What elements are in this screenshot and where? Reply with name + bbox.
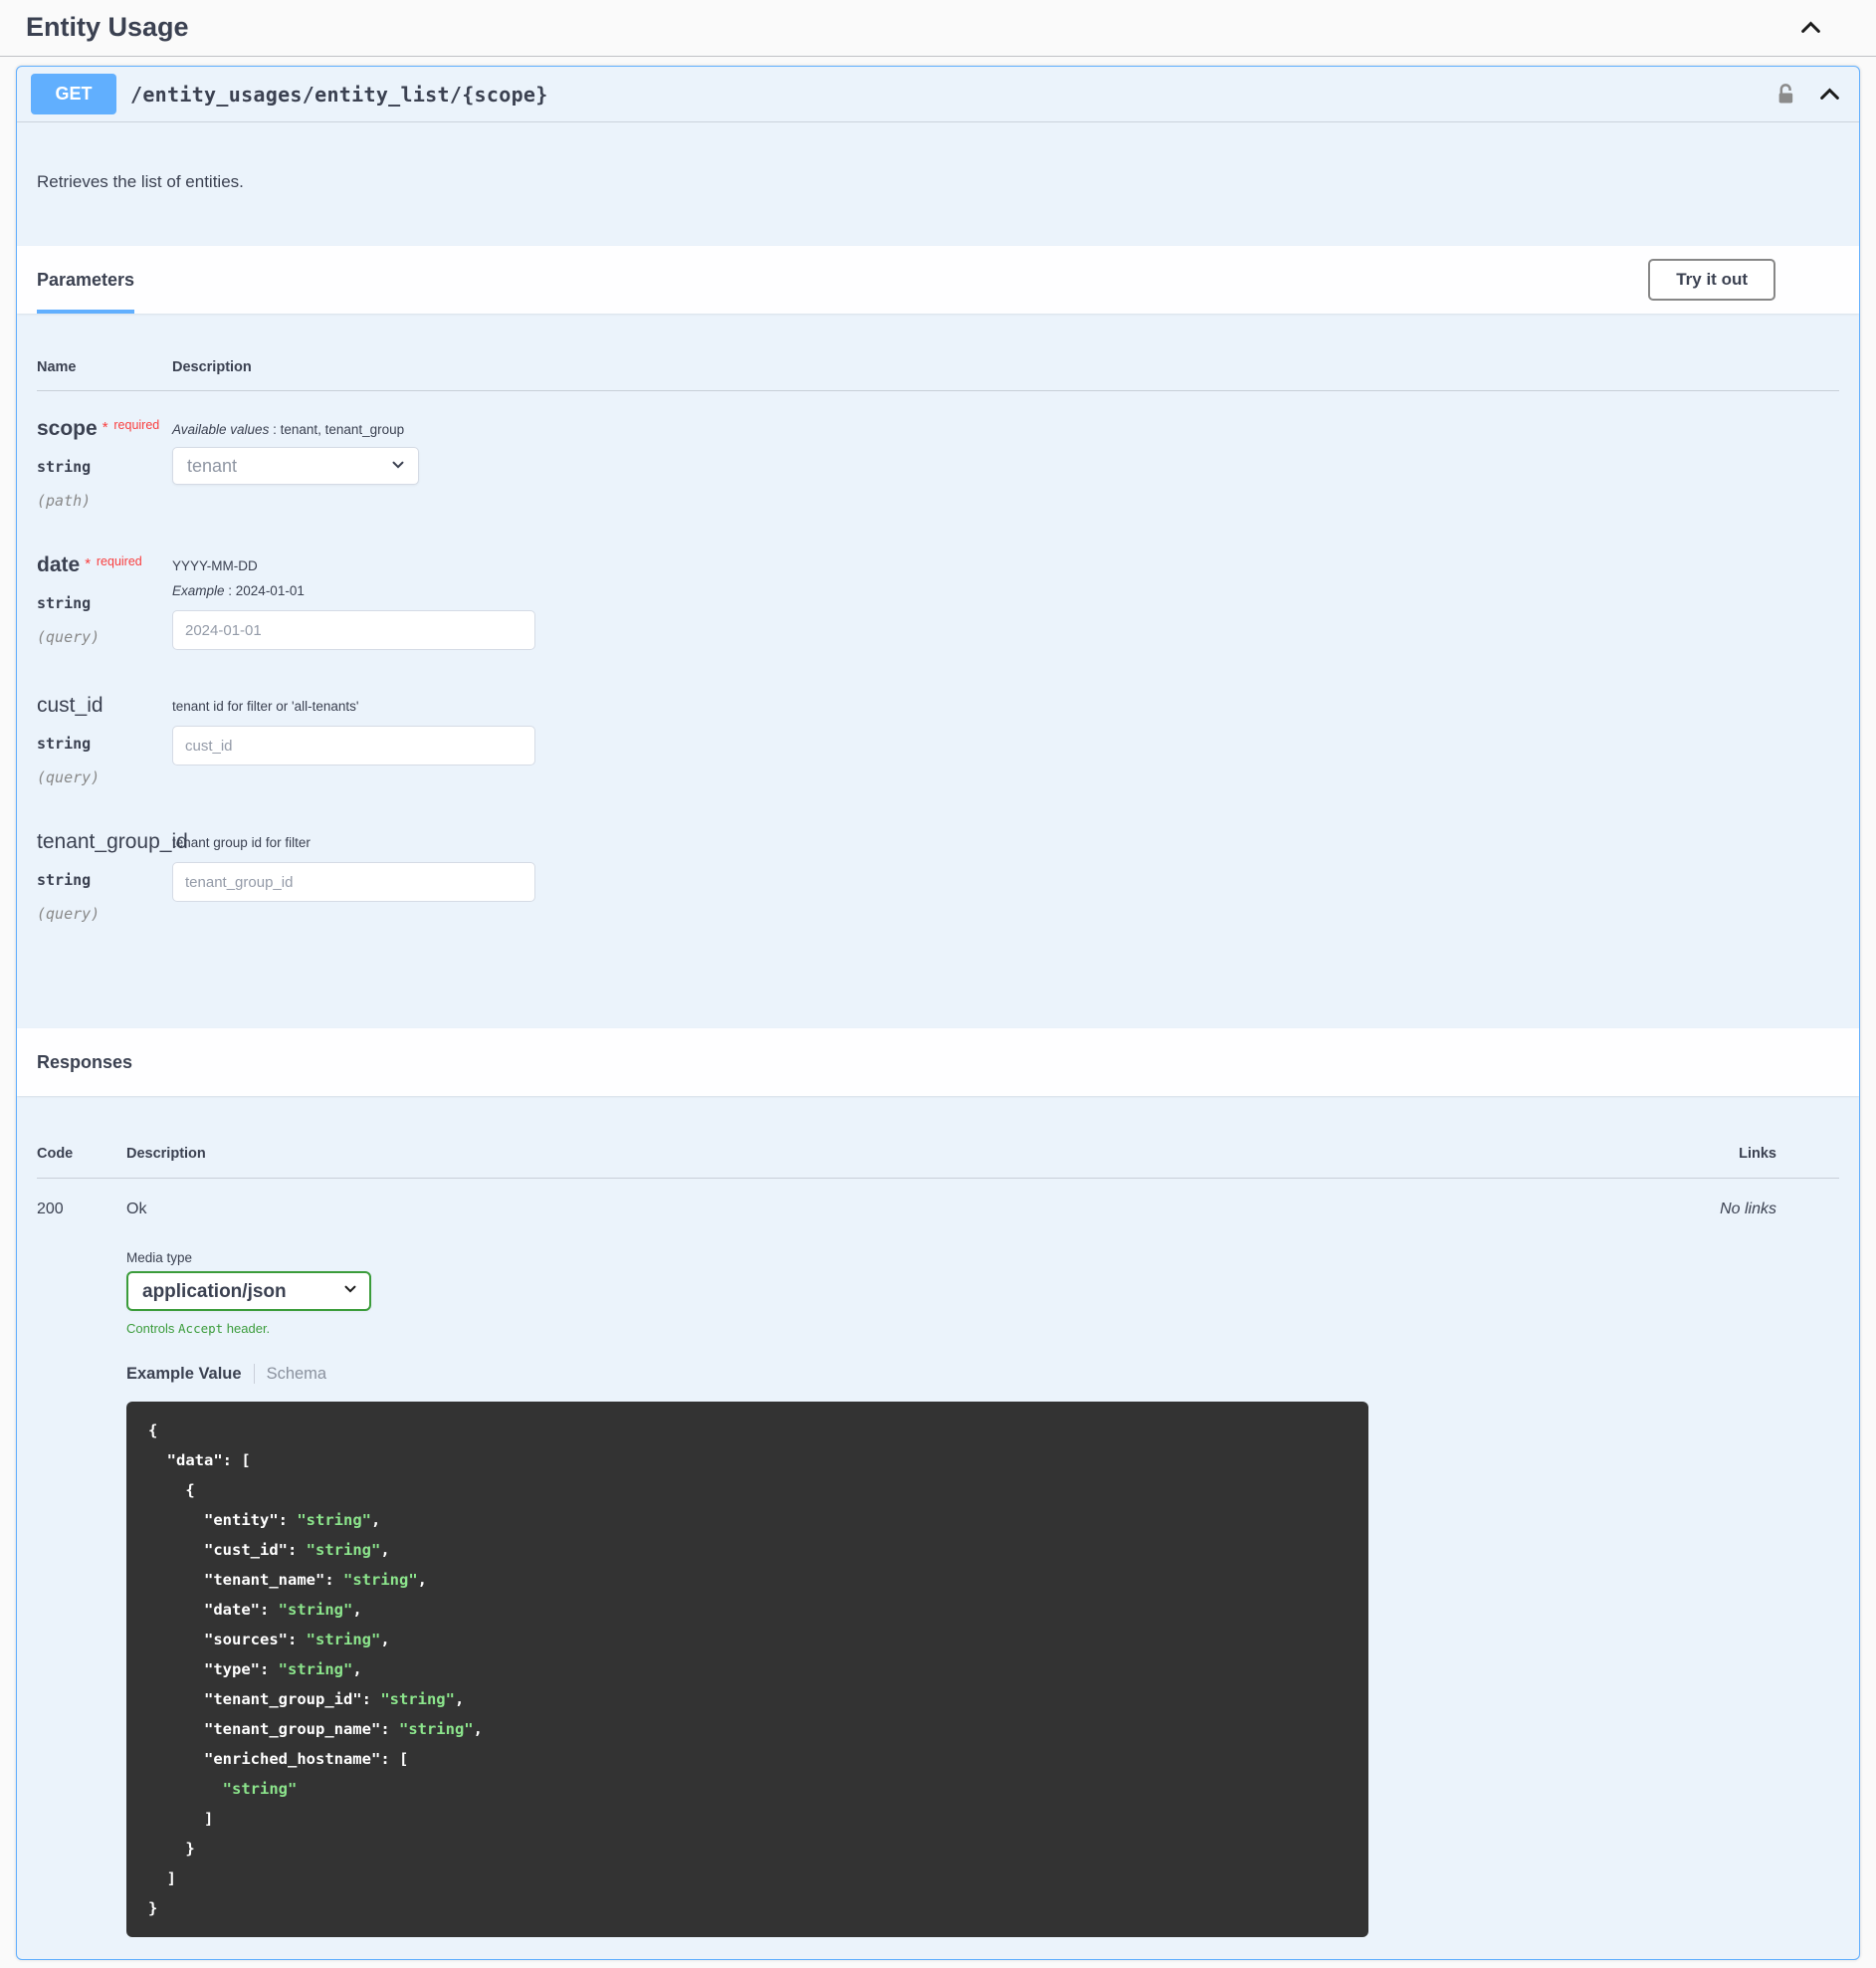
param-description-cell: YYYY-MM-DD Example : 2024-01-01: [172, 553, 1839, 650]
scope-select-wrap: tenant: [172, 447, 419, 485]
col-header-code: Code: [37, 1146, 74, 1162]
param-location: (query): [37, 628, 101, 646]
param-location: (query): [37, 768, 101, 786]
param-description: tenant group id for filter: [172, 835, 311, 850]
param-description: tenant id for filter or 'all-tenants': [172, 699, 359, 714]
param-row-scope: scope * required string (path) Available …: [37, 391, 1839, 528]
responses-title: Responses: [37, 1051, 133, 1072]
required-marker: * required: [102, 418, 160, 436]
authorize-button[interactable]: [1772, 80, 1800, 109]
example-code: { "data": [ { "entity": "string", "cust_…: [148, 1421, 483, 1917]
param-name-cell: tenant_group_id string (query): [37, 830, 188, 923]
method-badge: GET: [31, 74, 116, 114]
response-description-cell: Ok Media type application/json Controls …: [126, 1201, 1660, 1937]
param-type: string: [37, 871, 92, 889]
page-title: Entity Usage: [26, 12, 189, 42]
example-line: Example : 2024-01-01: [172, 583, 305, 598]
unlock-icon: [1773, 84, 1798, 109]
required-marker: * required: [85, 554, 142, 572]
media-type-select-wrap: application/json: [126, 1271, 371, 1311]
tab-schema[interactable]: Schema: [267, 1365, 327, 1384]
param-name: cust_id: [37, 694, 104, 717]
responses-table-head: Code Description Links: [37, 1126, 1839, 1179]
chevron-up-icon: [1816, 88, 1843, 110]
param-location: (path): [37, 492, 92, 510]
operation-description: Retrieves the list of entities.: [37, 172, 244, 191]
tenant-group-id-input[interactable]: [172, 862, 535, 902]
tab-parameters: Parameters: [37, 246, 135, 314]
endpoint-path: /entity_usages/entity_list/{scope}: [130, 82, 548, 107]
col-header-description: Description: [126, 1146, 206, 1162]
param-description-cell: Available values : tenant, tenant_group …: [172, 417, 1839, 510]
param-row-tenant-group-id: tenant_group_id string (query) tenant gr…: [37, 804, 1839, 941]
media-type-select[interactable]: application/json: [126, 1271, 371, 1311]
col-header-name: Name: [37, 359, 77, 375]
parameters-table-head: Name Description: [37, 343, 1839, 391]
response-links: No links: [1720, 1201, 1776, 1217]
responses-section-header: Responses: [17, 1028, 1859, 1096]
param-name: tenant_group_id: [37, 830, 188, 853]
response-code: 200: [37, 1201, 64, 1217]
param-row-cust-id: cust_id string (query) tenant id for fil…: [37, 668, 1839, 804]
param-name: scope * required: [37, 417, 160, 440]
param-type: string: [37, 735, 92, 753]
param-name: date * required: [37, 553, 142, 576]
date-input[interactable]: [172, 610, 535, 650]
response-description: Ok: [126, 1201, 147, 1217]
cust-id-input[interactable]: [172, 726, 535, 765]
scope-select[interactable]: tenant: [172, 447, 419, 485]
responses-table: Code Description Links 200 Ok Media type…: [17, 1096, 1859, 1959]
accept-header-note: Controls Accept header.: [126, 1321, 271, 1336]
media-type-label: Media type: [126, 1250, 193, 1265]
collapse-tag-button[interactable]: [1795, 12, 1826, 43]
tab-example-value[interactable]: Example Value: [126, 1365, 242, 1384]
example-schema-tabs: Example Value Schema: [126, 1364, 1660, 1384]
tag-section-header: Entity Usage: [0, 0, 1876, 57]
param-row-date: date * required string (query) YYYY-MM-DD…: [37, 528, 1839, 668]
param-type: string: [37, 458, 92, 476]
param-type: string: [37, 594, 92, 612]
param-name-cell: scope * required string (path): [37, 417, 172, 510]
param-description-cell: tenant id for filter or 'all-tenants': [172, 694, 1839, 786]
date-format-line: YYYY-MM-DD: [172, 558, 258, 573]
param-name-cell: cust_id string (query): [37, 694, 172, 786]
try-it-out-button[interactable]: Try it out: [1648, 259, 1775, 301]
col-header-links: Links: [1739, 1146, 1776, 1162]
param-name-cell: date * required string (query): [37, 553, 172, 650]
parameters-section-header: Parameters Try it out: [17, 246, 1859, 314]
chevron-up-icon: [1797, 21, 1824, 44]
col-header-description: Description: [172, 359, 252, 375]
parameters-table: Name Description scope * required string …: [17, 314, 1859, 1028]
param-description-cell: tenant group id for filter: [172, 830, 1839, 923]
response-row-200: 200 Ok Media type application/json Contr…: [37, 1179, 1839, 1937]
operation-summary[interactable]: GET /entity_usages/entity_list/{scope}: [17, 67, 1859, 122]
collapse-operation-button[interactable]: [1814, 79, 1845, 109]
tab-divider: [253, 1364, 255, 1384]
available-values-line: Available values : tenant, tenant_group: [172, 422, 405, 437]
opblock-get: GET /entity_usages/entity_list/{scope} R…: [16, 66, 1860, 1960]
param-location: (query): [37, 905, 101, 923]
example-code-block: { "data": [ { "entity": "string", "cust_…: [126, 1402, 1368, 1937]
